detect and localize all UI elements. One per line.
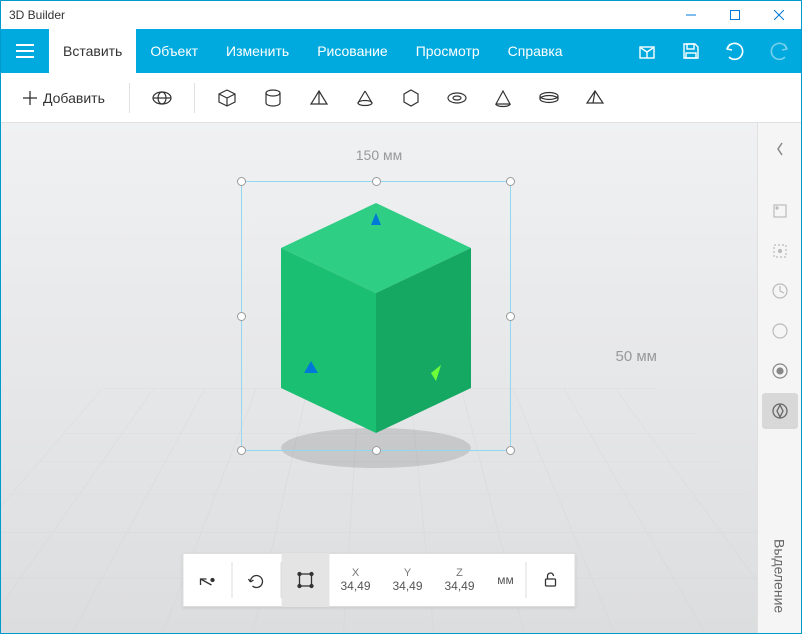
- cone-shape-icon[interactable]: [345, 78, 385, 118]
- resize-handle[interactable]: [237, 177, 246, 186]
- shape-toolbar: Добавить: [1, 73, 801, 123]
- print-settings-icon[interactable]: [625, 29, 669, 73]
- mode-material-icon[interactable]: [762, 353, 798, 389]
- mode-select-icon[interactable]: [762, 233, 798, 269]
- lock-icon[interactable]: [527, 553, 575, 607]
- menu-bar: Вставить Объект Изменить Рисование Просм…: [1, 29, 801, 73]
- resize-handle[interactable]: [237, 446, 246, 455]
- separator: [194, 83, 195, 113]
- resize-handle[interactable]: [506, 312, 515, 321]
- tab-object[interactable]: Объект: [136, 29, 212, 73]
- tab-help[interactable]: Справка: [494, 29, 577, 73]
- resize-handle[interactable]: [506, 446, 515, 455]
- resize-handle[interactable]: [237, 312, 246, 321]
- tetra-shape-icon[interactable]: [575, 78, 615, 118]
- hamburger-button[interactable]: [1, 29, 49, 73]
- torus-shape-icon[interactable]: [437, 78, 477, 118]
- main-area: 150 мм 50 мм: [1, 123, 801, 633]
- add-button[interactable]: Добавить: [11, 84, 117, 112]
- dimension-label-right: 50 мм: [616, 348, 657, 365]
- tab-view[interactable]: Просмотр: [402, 29, 494, 73]
- mode-circle-icon[interactable]: [762, 313, 798, 349]
- hexagon-shape-icon[interactable]: [391, 78, 431, 118]
- wedge-shape-icon[interactable]: [483, 78, 523, 118]
- coord-z[interactable]: Z 34,49: [434, 567, 486, 593]
- scale-tool-icon[interactable]: [282, 553, 330, 607]
- title-bar: 3D Builder: [1, 1, 801, 29]
- viewport[interactable]: 150 мм 50 мм: [1, 123, 757, 633]
- selection-box[interactable]: [241, 181, 511, 451]
- minimize-button[interactable]: [669, 1, 713, 29]
- coord-x[interactable]: X 34,49: [330, 567, 382, 593]
- resize-handle[interactable]: [372, 446, 381, 455]
- sphere-shape-icon[interactable]: [142, 78, 182, 118]
- pyramid-shape-icon[interactable]: [299, 78, 339, 118]
- cylinder-shape-icon[interactable]: [253, 78, 293, 118]
- redo-icon[interactable]: [757, 29, 801, 73]
- transform-bar: X 34,49 Y 34,49 Z 34,49 мм: [183, 553, 576, 607]
- resize-handle[interactable]: [372, 177, 381, 186]
- tab-edit[interactable]: Изменить: [212, 29, 303, 73]
- tab-draw[interactable]: Рисование: [303, 29, 402, 73]
- tab-insert[interactable]: Вставить: [49, 29, 136, 73]
- side-panel-label: Выделение: [772, 539, 788, 613]
- cube-shape-icon[interactable]: [207, 78, 247, 118]
- mode-measure-icon[interactable]: [762, 273, 798, 309]
- mode-object-icon[interactable]: [762, 193, 798, 229]
- move-tool-icon[interactable]: [184, 553, 232, 607]
- side-panel: Выделение: [757, 123, 801, 633]
- rotate-tool-icon[interactable]: [233, 553, 281, 607]
- save-icon[interactable]: [669, 29, 713, 73]
- mode-selection-icon[interactable]: [762, 393, 798, 429]
- separator: [129, 83, 130, 113]
- coord-y[interactable]: Y 34,49: [382, 567, 434, 593]
- undo-icon[interactable]: [713, 29, 757, 73]
- ring-shape-icon[interactable]: [529, 78, 569, 118]
- collapse-icon[interactable]: [762, 131, 798, 167]
- add-label: Добавить: [43, 90, 105, 106]
- app-title: 3D Builder: [9, 8, 65, 22]
- resize-handle[interactable]: [506, 177, 515, 186]
- maximize-button[interactable]: [713, 1, 757, 29]
- unit-label[interactable]: мм: [486, 573, 526, 587]
- dimension-label-top: 150 мм: [356, 147, 403, 163]
- close-button[interactable]: [757, 1, 801, 29]
